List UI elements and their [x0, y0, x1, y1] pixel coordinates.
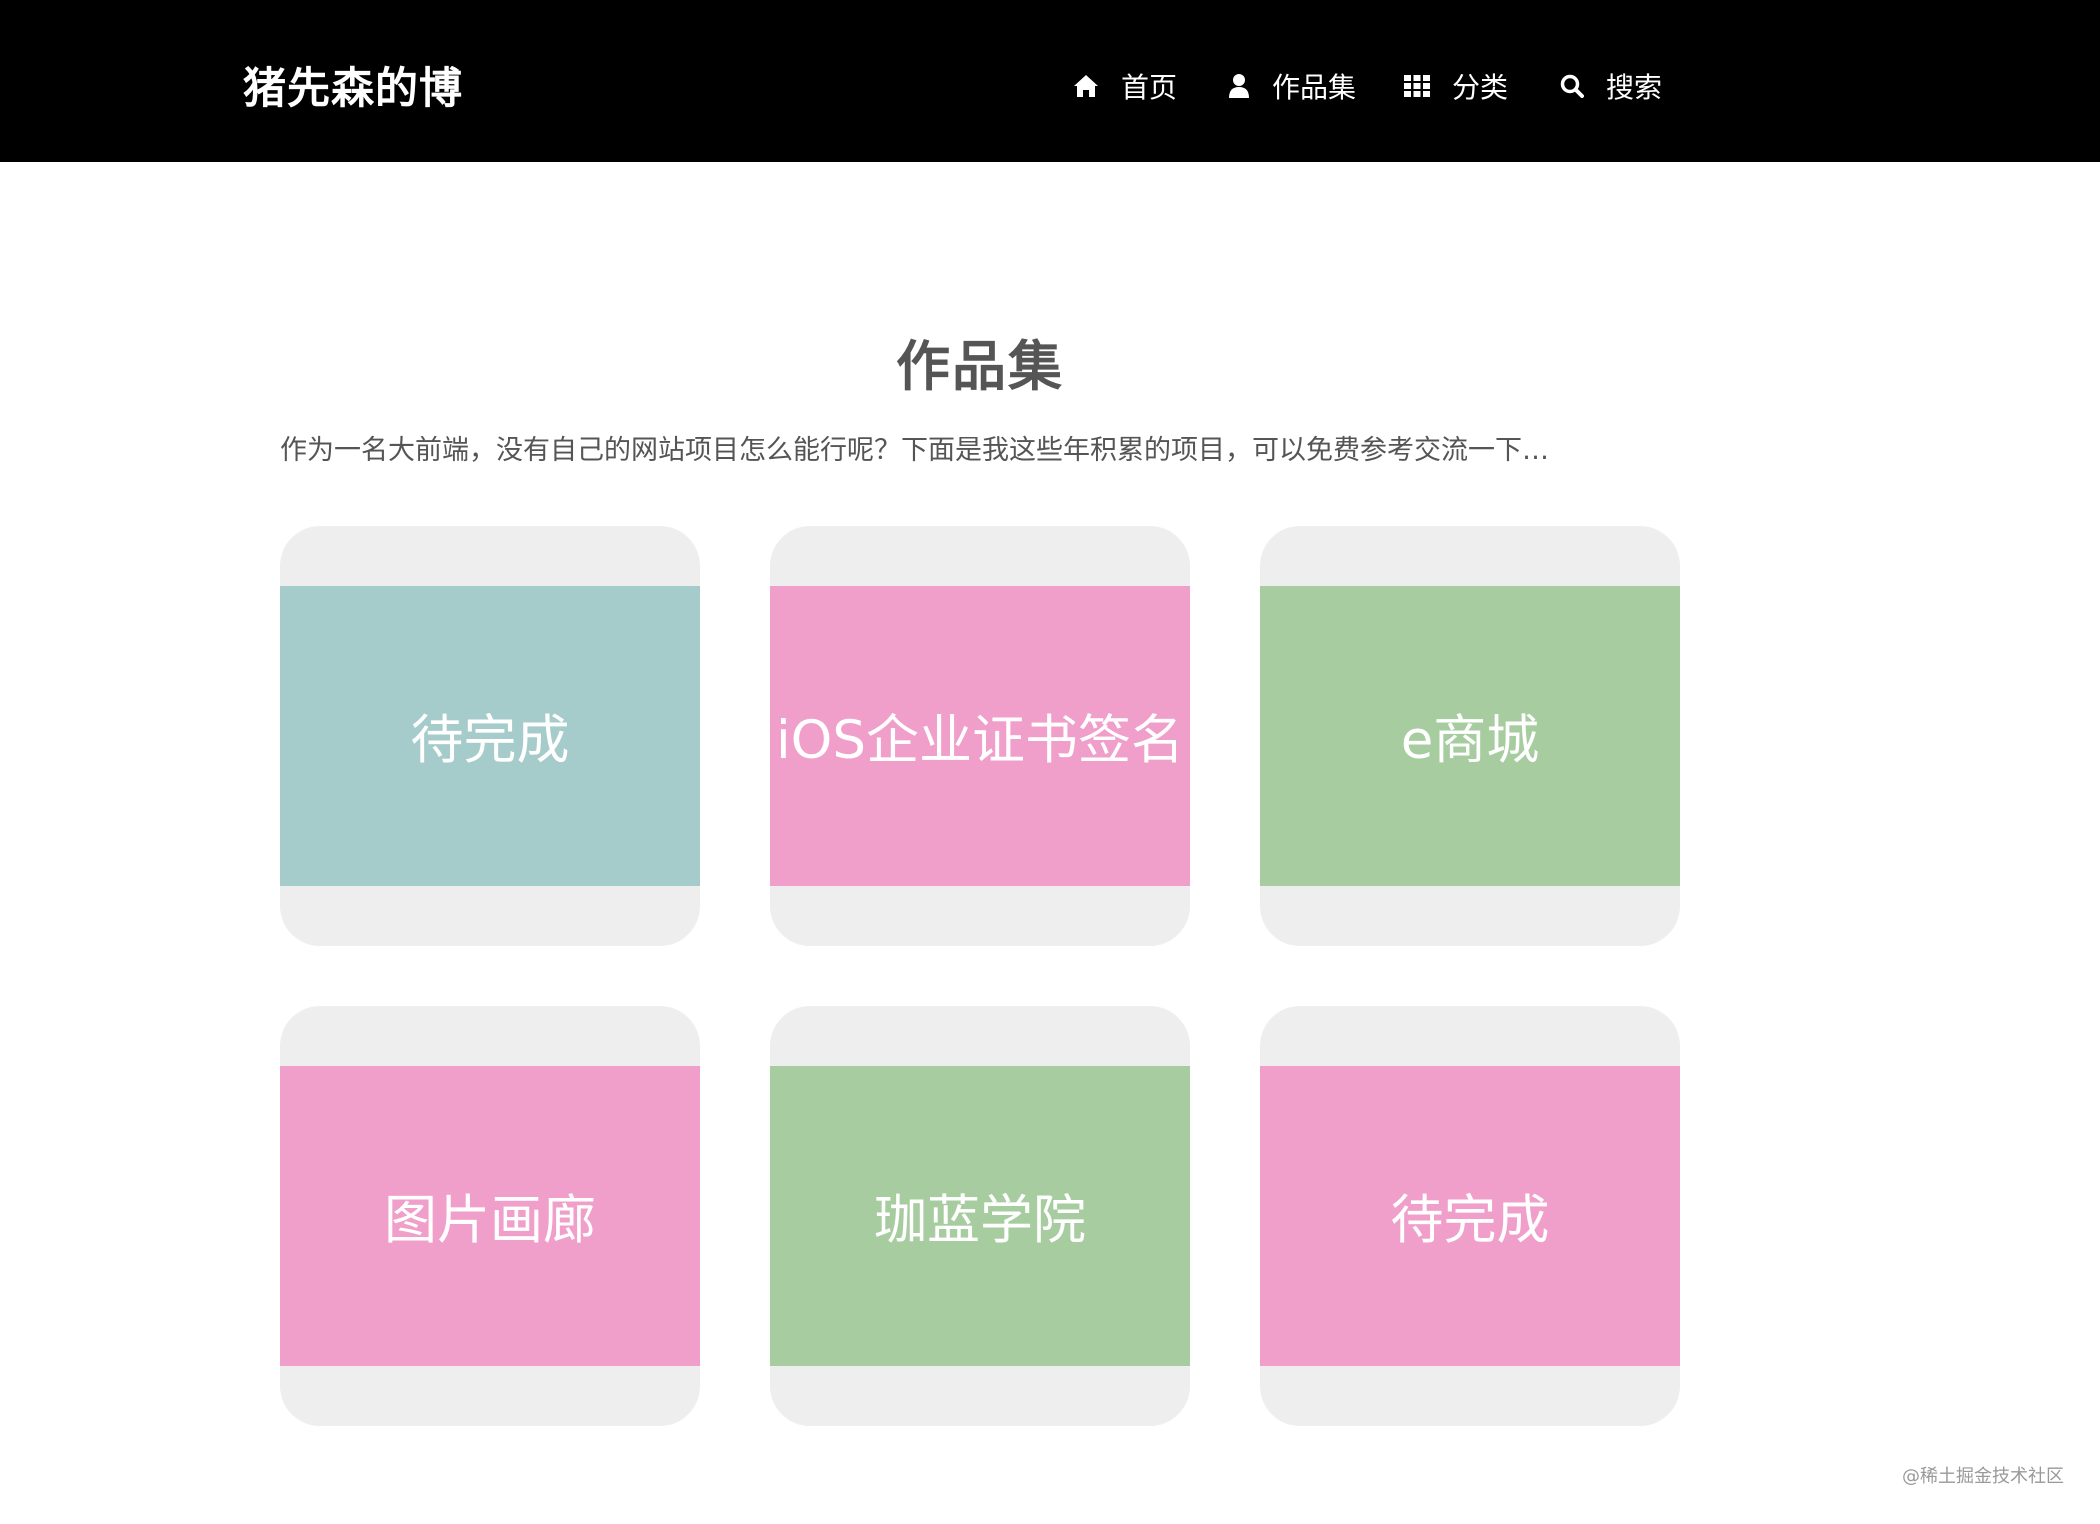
project-card[interactable]: 待完成: [1260, 1006, 1680, 1426]
home-icon: [1073, 74, 1121, 98]
nav-item-label: 分类: [1452, 71, 1509, 104]
project-card-title: iOS企业证书签名: [775, 710, 1185, 771]
nav-item-category[interactable]: 分类: [1404, 64, 1508, 108]
project-card-cover: 珈蓝学院: [770, 1066, 1190, 1366]
nav-item-home[interactable]: 首页: [1073, 64, 1177, 108]
project-card-cover: iOS企业证书签名: [770, 586, 1190, 886]
project-card-cover: e商城: [1260, 586, 1680, 886]
user-icon: [1228, 73, 1272, 99]
project-card-title: 待完成: [1390, 1190, 1550, 1251]
nav-item-label: 搜索: [1606, 71, 1663, 104]
top-navbar: 猪先森的博 首页 作品集 分类 搜索: [0, 0, 2100, 162]
page-title: 作品集: [896, 335, 1064, 398]
nav-item-works[interactable]: 作品集: [1228, 64, 1356, 108]
project-card-cover: 图片画廊: [280, 1066, 700, 1366]
nav-item-label: 首页: [1121, 71, 1178, 104]
project-card-title: 珈蓝学院: [874, 1190, 1086, 1251]
project-card-title: e商城: [1400, 710, 1540, 771]
project-card[interactable]: iOS企业证书签名: [770, 526, 1190, 946]
nav-item-search[interactable]: 搜索: [1560, 64, 1662, 108]
watermark: @稀土掘金技术社区: [1902, 1466, 2064, 1487]
grid-icon: [1404, 74, 1452, 98]
intro-text: 作为一名大前端，没有自己的网站项目怎么能行呢？下面是我这些年积累的项目，可以免费…: [280, 435, 1549, 466]
project-card[interactable]: e商城: [1260, 526, 1680, 946]
project-card-cover: 待完成: [1260, 1066, 1680, 1366]
project-card-cover: 待完成: [280, 586, 700, 886]
site-brand[interactable]: 猪先森的博: [243, 54, 463, 116]
project-card[interactable]: 珈蓝学院: [770, 1006, 1190, 1426]
nav-item-label: 作品集: [1272, 71, 1357, 104]
project-card[interactable]: 待完成: [280, 526, 700, 946]
search-icon: [1560, 74, 1606, 98]
project-card-title: 待完成: [410, 710, 570, 771]
project-card[interactable]: 图片画廊: [280, 1006, 700, 1426]
project-card-title: 图片画廊: [384, 1190, 596, 1251]
